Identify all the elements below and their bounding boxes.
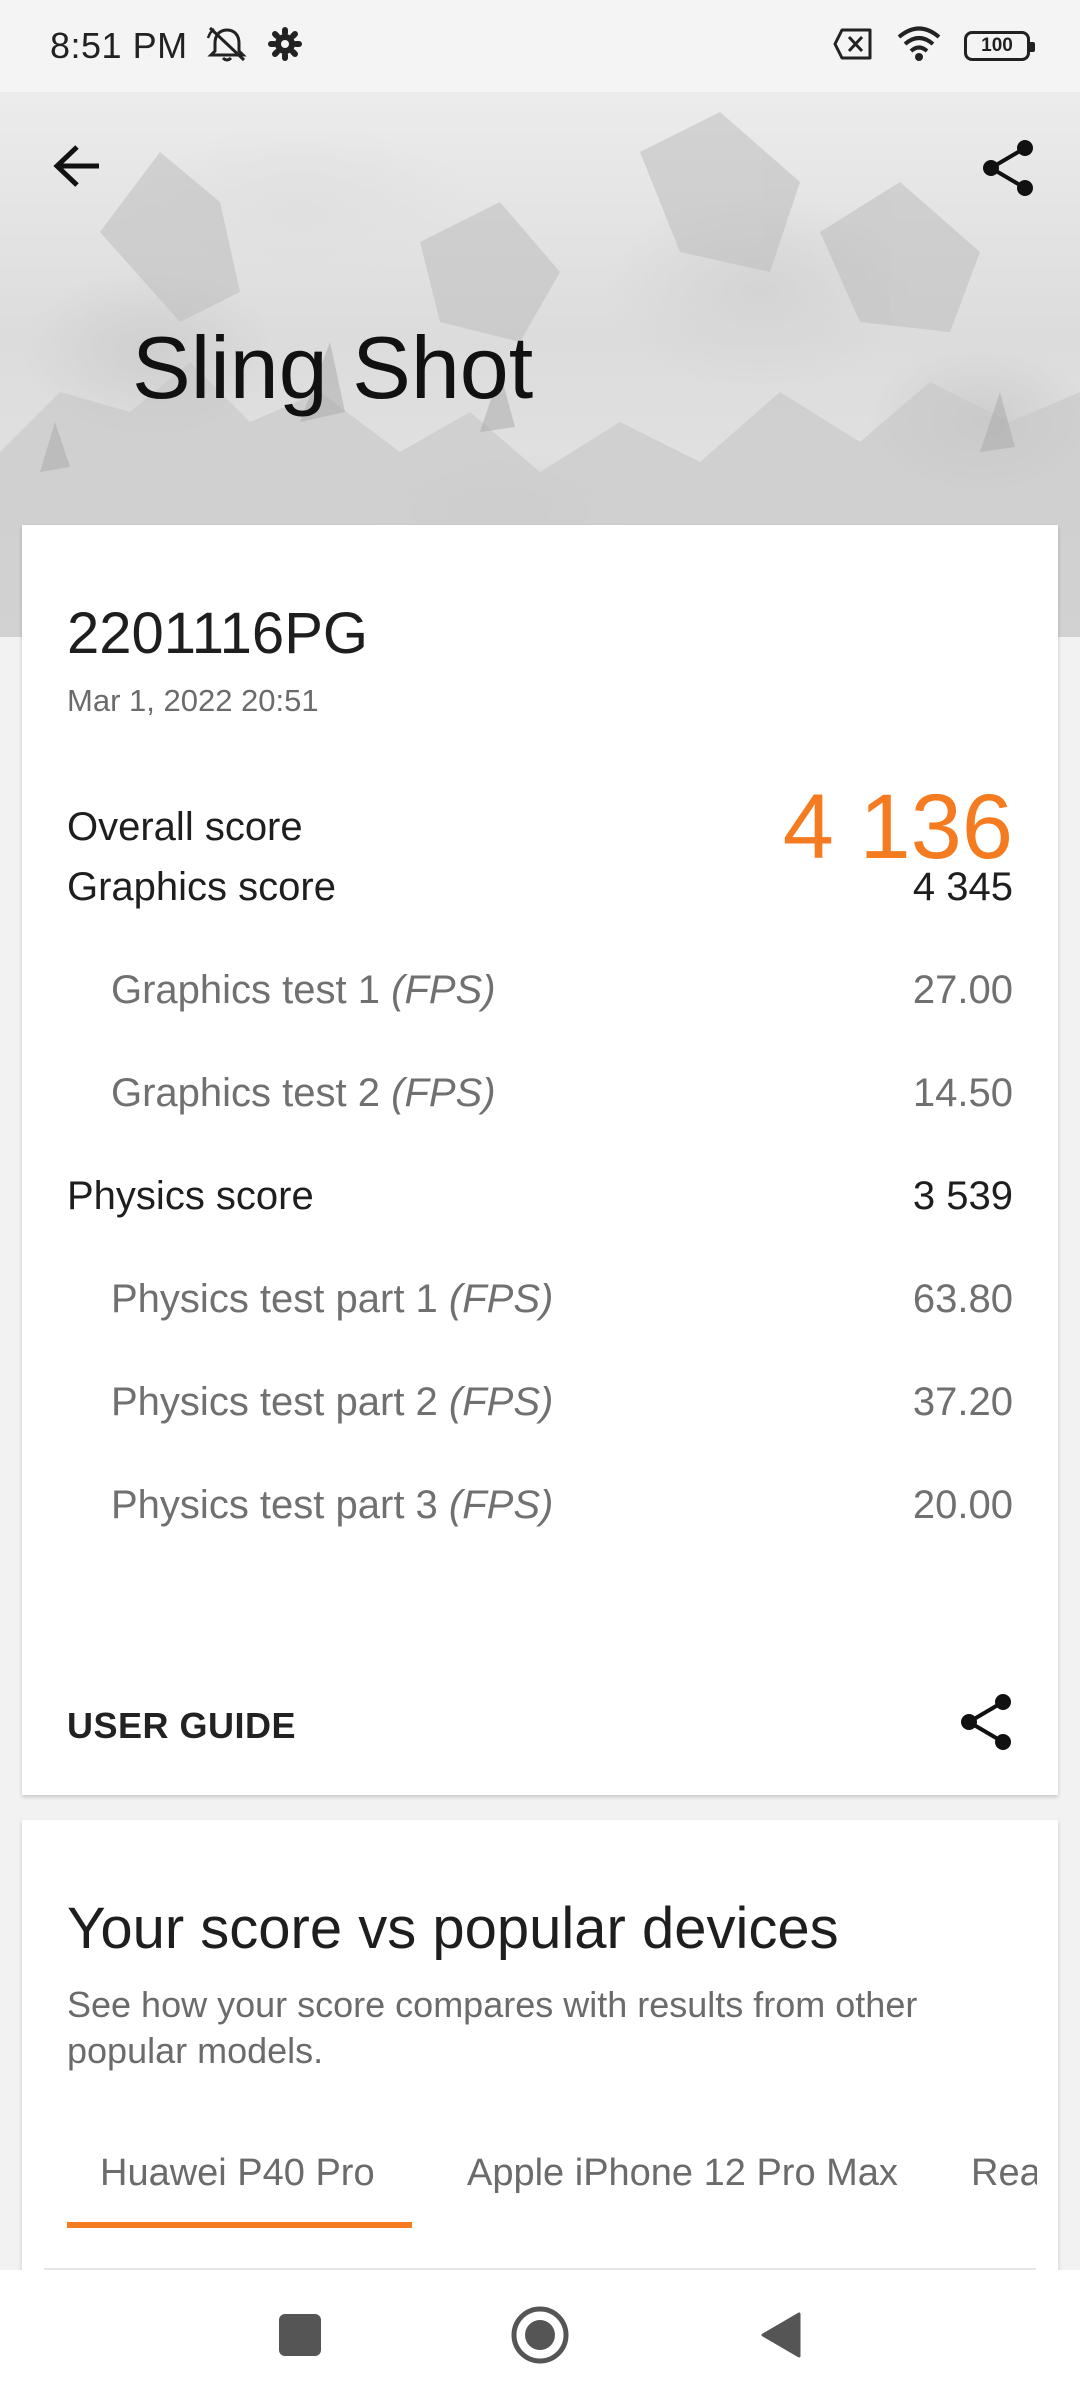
score-label: Graphics score xyxy=(67,865,336,910)
circle-icon xyxy=(511,2306,569,2364)
score-label: Graphics test 1 (FPS) xyxy=(67,968,496,1013)
tab-partial-device[interactable]: Rea xyxy=(971,2152,1037,2195)
settings-icon xyxy=(267,26,302,66)
active-tab-indicator xyxy=(67,2222,412,2228)
score-label: Physics test part 1 (FPS) xyxy=(67,1277,553,1322)
score-label: Graphics test 2 (FPS) xyxy=(67,1071,496,1116)
score-value: 3 539 xyxy=(912,1174,1013,1218)
status-time: 8:51 PM xyxy=(50,25,188,66)
recents-button[interactable] xyxy=(265,2300,335,2370)
compare-card: Your score vs popular devices See how yo… xyxy=(22,1820,1058,2270)
score-row: Graphics score 4 345 xyxy=(67,865,1013,910)
score-value: 14.50 xyxy=(912,1071,1013,1115)
score-value: 37.20 xyxy=(912,1380,1013,1424)
score-value: 27.00 xyxy=(912,968,1013,1012)
tab-apple-iphone-12-pro-max[interactable]: Apple iPhone 12 Pro Max xyxy=(467,2152,898,2195)
score-unit: (FPS) xyxy=(448,1380,554,1424)
arrow-left-icon xyxy=(53,145,99,187)
score-label: Physics score xyxy=(67,1174,314,1219)
score-unit: (FPS) xyxy=(391,968,496,1012)
score-label: Physics test part 2 (FPS) xyxy=(67,1380,553,1425)
share-icon xyxy=(983,140,1033,196)
score-label-text: Physics test part 2 xyxy=(111,1380,449,1424)
score-label-text: Graphics score xyxy=(67,865,336,909)
score-value: 4 345 xyxy=(912,865,1013,909)
score-value: 20.00 xyxy=(912,1483,1013,1527)
subtest-row: Physics test part 2 (FPS) 37.20 xyxy=(67,1380,1013,1425)
subtest-row: Graphics test 2 (FPS) 14.50 xyxy=(67,1071,1013,1116)
compare-title: Your score vs popular devices xyxy=(67,1896,839,1961)
score-label-text: Physics test part 1 xyxy=(111,1277,449,1321)
home-button[interactable] xyxy=(505,2300,575,2370)
battery-icon: 100 xyxy=(964,31,1035,61)
device-name: 2201116PG xyxy=(67,601,368,666)
score-label: Physics test part 3 (FPS) xyxy=(67,1483,553,1528)
user-guide-button[interactable]: USER GUIDE xyxy=(67,1705,296,1747)
score-value: 63.80 xyxy=(912,1277,1013,1321)
score-unit: (FPS) xyxy=(448,1483,554,1527)
triangle-back-icon xyxy=(761,2312,801,2358)
no-sim-icon xyxy=(832,27,874,66)
score-label-text: Physics test part 3 xyxy=(111,1483,449,1527)
subtest-row: Physics test part 3 (FPS) 20.00 xyxy=(67,1483,1013,1528)
status-bar: 8:51 PM 100 xyxy=(0,0,1080,92)
score-row: Physics score 3 539 xyxy=(67,1174,1013,1219)
share-icon xyxy=(961,1694,1011,1750)
score-label-text: Physics score xyxy=(67,1174,314,1218)
subtest-row: Physics test part 1 (FPS) 63.80 xyxy=(67,1277,1013,1322)
square-icon xyxy=(279,2314,321,2356)
share-result-button[interactable] xyxy=(954,1690,1018,1754)
score-label-text: Graphics test 1 xyxy=(111,968,392,1012)
share-button[interactable] xyxy=(976,136,1040,200)
score-unit: (FPS) xyxy=(391,1071,496,1115)
subtest-row: Graphics test 1 (FPS) 27.00 xyxy=(67,968,1013,1013)
nav-back-button[interactable] xyxy=(745,2300,815,2370)
alarm-off-icon xyxy=(204,24,250,69)
score-label-text: Graphics test 2 xyxy=(111,1071,392,1115)
results-card: 2201116PG Mar 1, 2022 20:51 Overall scor… xyxy=(22,525,1058,1795)
score-unit: (FPS) xyxy=(448,1277,554,1321)
tab-huawei-p40-pro[interactable]: Huawei P40 Pro xyxy=(100,2152,375,2195)
page-title: Sling Shot xyxy=(132,318,534,417)
device-tabs: Huawei P40 Pro Apple iPhone 12 Pro Max R… xyxy=(67,2152,1037,2222)
compare-description: See how your score compares with results… xyxy=(67,1984,918,2071)
overall-score-label: Overall score xyxy=(67,805,303,849)
wifi-icon xyxy=(896,26,942,67)
back-button[interactable] xyxy=(48,136,108,196)
screen: 8:51 PM 100 Sling Shot 2201116PG Mar 1, … xyxy=(0,0,1080,2400)
navigation-bar xyxy=(0,2270,1080,2400)
result-date: Mar 1, 2022 20:51 xyxy=(67,683,319,718)
